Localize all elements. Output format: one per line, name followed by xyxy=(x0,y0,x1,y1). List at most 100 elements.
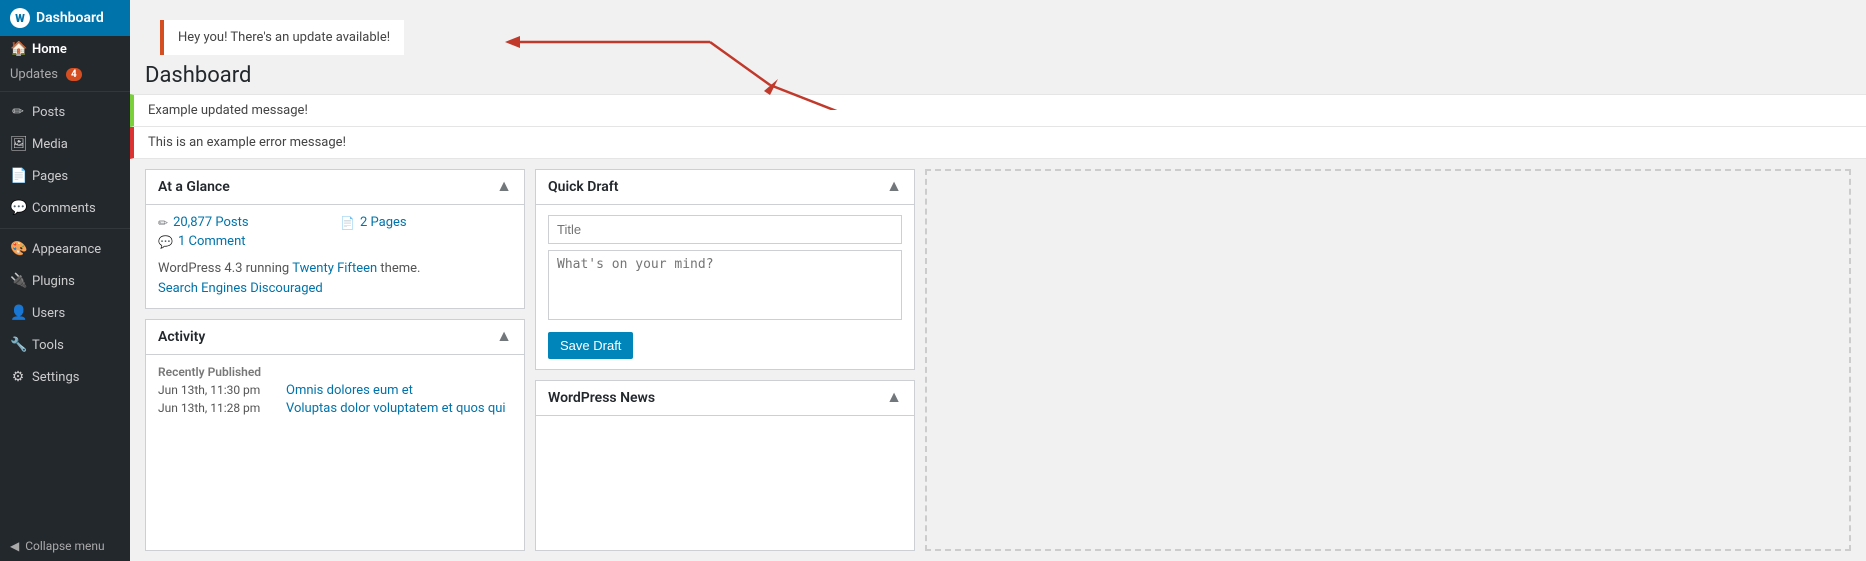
settings-icon: ⚙ xyxy=(10,369,26,385)
page-title-text: Dashboard xyxy=(145,63,1851,88)
sidebar-separator-1 xyxy=(0,91,130,92)
activity-link-1[interactable]: Omnis dolores eum et xyxy=(286,383,413,398)
comments-stat: 💬 1 Comment xyxy=(158,234,330,249)
updates-badge: 4 xyxy=(66,68,82,81)
at-a-glance-toggle[interactable]: ▲ xyxy=(496,178,512,196)
glance-stats: ✏ 20,877 Posts 📄 2 Pages xyxy=(158,215,512,249)
glance-info: WordPress 4.3 running Twenty Fifteen the… xyxy=(158,259,512,298)
pages-label: Pages xyxy=(371,215,407,230)
activity-widget: Activity ▲ Recently Published Jun 13th, … xyxy=(145,319,525,551)
update-message: Hey you! There's an update available! xyxy=(178,30,390,45)
home-icon: 🏠 xyxy=(10,41,26,57)
tools-icon: 🔧 xyxy=(10,337,26,353)
main-content: Hey you! There's an update available! Da… xyxy=(130,0,1866,561)
posts-count: 20,877 xyxy=(173,215,212,230)
notice-updated: Example updated message! xyxy=(130,94,1866,127)
quick-draft-header: Quick Draft ▲ xyxy=(536,170,914,205)
comments-icon: 💬 xyxy=(10,200,26,216)
sidebar-users-label: Users xyxy=(32,306,65,321)
pages-count: 2 xyxy=(360,215,367,230)
plugins-icon: 🔌 xyxy=(10,273,26,289)
at-a-glance-body: ✏ 20,877 Posts 📄 2 Pages xyxy=(146,205,524,308)
activity-body: Recently Published Jun 13th, 11:30 pm Om… xyxy=(146,355,524,429)
activity-date-2: Jun 13th, 11:28 pm xyxy=(158,401,278,416)
activity-toggle[interactable]: ▲ xyxy=(496,328,512,346)
comments-count-link[interactable]: 1 Comment xyxy=(178,234,246,249)
dashed-placeholder xyxy=(925,169,1851,551)
updates-label: Updates xyxy=(10,67,58,82)
search-engines-link[interactable]: Search Engines Discouraged xyxy=(158,281,323,296)
sidebar-media-label: Media xyxy=(32,137,68,152)
draft-body-input[interactable] xyxy=(548,250,902,320)
wp-news-toggle[interactable]: ▲ xyxy=(886,389,902,407)
pages-icon: 📄 xyxy=(10,168,26,184)
activity-title: Activity xyxy=(158,329,205,345)
comments-count: 1 xyxy=(178,234,185,249)
collapse-menu[interactable]: ◀ Collapse menu xyxy=(0,531,130,561)
save-draft-button[interactable]: Save Draft xyxy=(548,332,633,359)
notice-error-text: This is an example error message! xyxy=(148,135,346,150)
update-notification: Hey you! There's an update available! xyxy=(160,20,404,55)
quick-draft-title: Quick Draft xyxy=(548,179,618,195)
draft-title-input[interactable] xyxy=(548,215,902,244)
sidebar-pages-label: Pages xyxy=(32,169,68,184)
activity-link-2[interactable]: Voluptas dolor voluptatem et quos qui xyxy=(286,401,506,416)
widgets-row: At a Glance ▲ ✏ 20,877 Posts xyxy=(145,169,1851,551)
at-a-glance-header: At a Glance ▲ xyxy=(146,170,524,205)
sidebar-item-users[interactable]: 👤 Users xyxy=(0,297,130,329)
at-a-glance-title: At a Glance xyxy=(158,179,230,195)
sidebar-home-label: Home xyxy=(32,42,67,57)
media-icon: 🖼 xyxy=(10,136,26,152)
activity-header: Activity ▲ xyxy=(146,320,524,355)
users-icon: 👤 xyxy=(10,305,26,321)
quick-draft-body: Save Draft xyxy=(536,205,914,369)
search-engines-text: Search Engines Discouraged xyxy=(158,281,323,296)
posts-label: Posts xyxy=(215,215,248,230)
content-area: At a Glance ▲ ✏ 20,877 Posts xyxy=(130,159,1866,561)
sidebar-item-home[interactable]: 🏠 Home xyxy=(0,36,130,62)
sidebar-item-plugins[interactable]: 🔌 Plugins xyxy=(0,265,130,297)
sidebar-item-posts[interactable]: ✏ Posts xyxy=(0,96,130,128)
sidebar-item-settings[interactable]: ⚙ Settings xyxy=(0,361,130,393)
page-title: Dashboard xyxy=(130,55,1866,94)
sidebar-separator-2 xyxy=(0,228,130,229)
sidebar-item-media[interactable]: 🖼 Media xyxy=(0,128,130,160)
sidebar: Dashboard 🏠 Home Updates 4 ✏ Posts 🖼 Med… xyxy=(0,0,130,561)
sidebar-item-pages[interactable]: 📄 Pages xyxy=(0,160,130,192)
pages-count-link[interactable]: 2 Pages xyxy=(360,215,407,230)
sidebar-item-tools[interactable]: 🔧 Tools xyxy=(0,329,130,361)
wordpress-icon xyxy=(10,8,30,28)
posts-count-link[interactable]: 20,877 Posts xyxy=(173,215,249,230)
quick-draft-widget: Quick Draft ▲ Save Draft xyxy=(535,169,915,370)
notice-updated-text: Example updated message! xyxy=(148,103,308,118)
activity-item-1: Jun 13th, 11:30 pm Omnis dolores eum et xyxy=(158,383,512,398)
notice-error: This is an example error message! xyxy=(130,127,1866,159)
sidebar-item-appearance[interactable]: 🎨 Appearance xyxy=(0,233,130,265)
activity-item-2: Jun 13th, 11:28 pm Voluptas dolor volupt… xyxy=(158,401,512,416)
theme-suffix: theme. xyxy=(380,261,420,276)
posts-stat: ✏ 20,877 Posts xyxy=(158,215,330,230)
comments-label: Comment xyxy=(189,234,246,249)
sidebar-item-comments[interactable]: 💬 Comments xyxy=(0,192,130,224)
quick-draft-toggle[interactable]: ▲ xyxy=(886,178,902,196)
at-a-glance-widget: At a Glance ▲ ✏ 20,877 Posts xyxy=(145,169,525,309)
pages-stat-icon: 📄 xyxy=(340,216,355,230)
mid-column: Quick Draft ▲ Save Draft WordPress News … xyxy=(535,169,915,551)
theme-link[interactable]: Twenty Fifteen xyxy=(292,261,377,276)
sidebar-settings-label: Settings xyxy=(32,370,79,385)
right-column xyxy=(925,169,1851,551)
sidebar-comments-label: Comments xyxy=(32,201,96,216)
sidebar-item-updates[interactable]: Updates 4 xyxy=(0,62,130,87)
wp-news-body xyxy=(536,416,914,436)
comments-stat-icon: 💬 xyxy=(158,235,173,249)
sidebar-header-label: Dashboard xyxy=(36,10,104,26)
appearance-icon: 🎨 xyxy=(10,241,26,257)
sidebar-tools-label: Tools xyxy=(32,338,64,353)
theme-name: Twenty Fifteen xyxy=(292,261,377,276)
sidebar-posts-label: Posts xyxy=(32,105,65,120)
left-column: At a Glance ▲ ✏ 20,877 Posts xyxy=(145,169,525,551)
wp-news-header: WordPress News ▲ xyxy=(536,381,914,416)
activity-date-1: Jun 13th, 11:30 pm xyxy=(158,383,278,398)
sidebar-dashboard-header[interactable]: Dashboard xyxy=(0,0,130,36)
collapse-menu-icon: ◀ xyxy=(10,539,19,553)
